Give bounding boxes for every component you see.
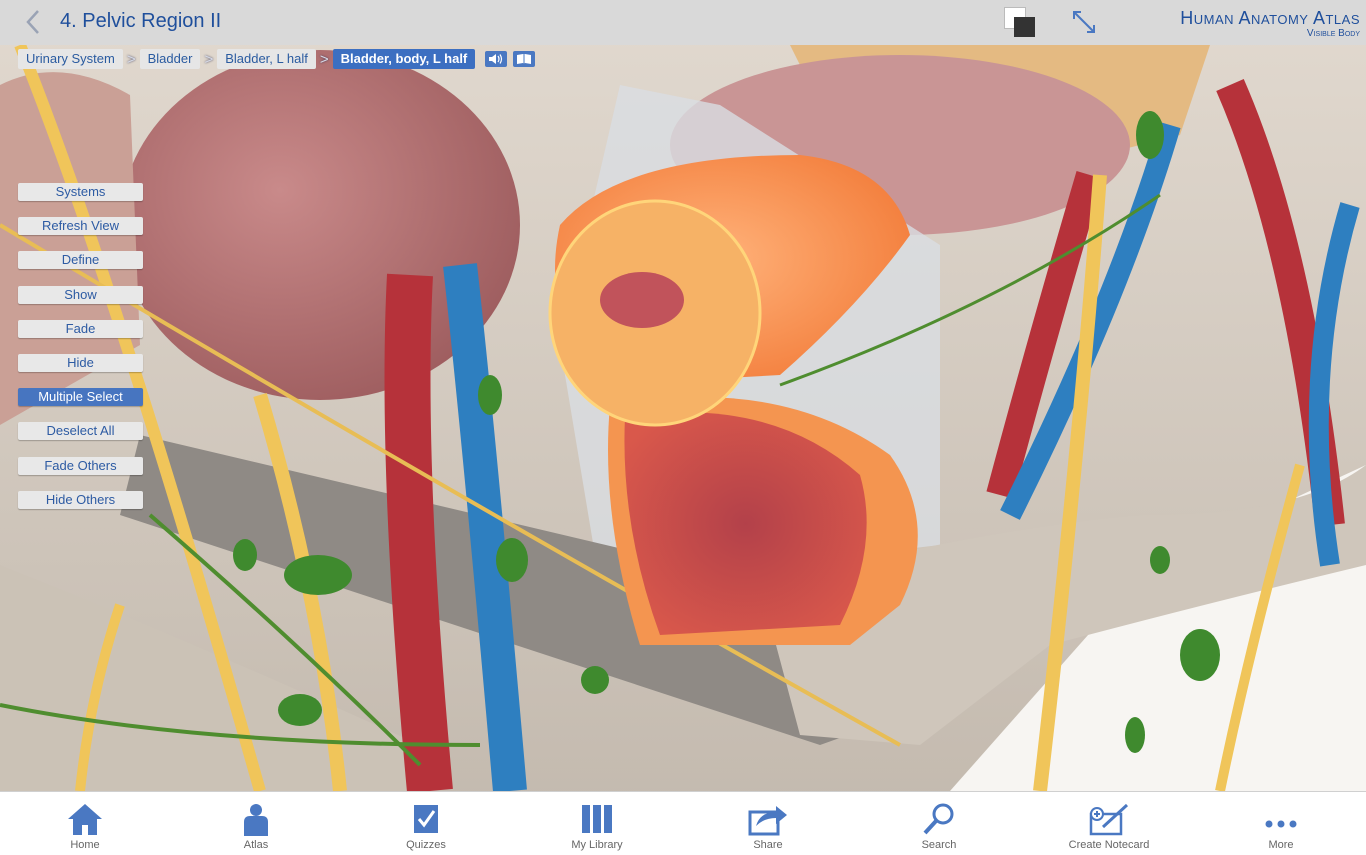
fade-button[interactable]: Fade [18, 319, 143, 338]
brand-title: Human Anatomy Atlas [1180, 8, 1360, 28]
book-icon[interactable] [513, 51, 536, 67]
define-button[interactable]: Define [18, 251, 143, 270]
more-icon [1261, 802, 1301, 836]
tab-share[interactable]: Share [703, 792, 833, 855]
tab-more[interactable]: More [1216, 792, 1346, 855]
expand-icon[interactable] [1069, 8, 1099, 41]
breadcrumb: Urinary System > Bladder > Bladder, L ha… [18, 49, 536, 69]
breadcrumb-separator: > [204, 50, 214, 68]
breadcrumb-bladder-body-l-half[interactable]: Bladder, body, L half [332, 49, 476, 69]
breadcrumb-separator: > [319, 50, 329, 68]
speaker-icon[interactable] [485, 51, 508, 67]
tab-label: Search [921, 839, 957, 851]
tab-create-notecard[interactable]: Create Notecard [1044, 792, 1174, 855]
breadcrumb-bladder-l-half[interactable]: Bladder, L half [217, 49, 316, 69]
share-icon [748, 802, 788, 836]
tab-search[interactable]: Search [874, 792, 1004, 855]
tab-my-library[interactable]: My Library [532, 792, 662, 855]
search-icon [919, 802, 959, 836]
deselect-all-button[interactable]: Deselect All [18, 422, 143, 441]
breadcrumb-urinary-system[interactable]: Urinary System [18, 49, 123, 69]
show-button[interactable]: Show [18, 285, 143, 304]
refresh-view-button[interactable]: Refresh View [18, 217, 143, 236]
tab-label: Create Notecard [1068, 839, 1150, 851]
fade-others-button[interactable]: Fade Others [18, 456, 143, 475]
person-icon [236, 802, 276, 836]
tab-quizzes[interactable]: Quizzes [361, 792, 491, 855]
checkbox-icon [406, 802, 446, 836]
page-title: 4. Pelvic Region II [60, 10, 222, 32]
tab-label: My Library [571, 839, 623, 851]
tab-label: Share [753, 839, 783, 851]
tab-label: More [1268, 839, 1294, 851]
home-icon [65, 802, 105, 836]
notecard-icon [1089, 802, 1129, 836]
tab-label: Atlas [243, 839, 269, 851]
side-menu: Systems Refresh View Define Show Fade Hi… [18, 183, 143, 525]
hide-button[interactable]: Hide [18, 353, 143, 372]
layer-toggle-icon[interactable] [1004, 7, 1038, 39]
brand-subtitle: Visible Body [1306, 28, 1360, 39]
anatomy-3d-viewport[interactable]: Systems Refresh View Define Show Fade Hi… [0, 45, 1366, 791]
tab-atlas[interactable]: Atlas [191, 792, 321, 855]
tab-home[interactable]: Home [20, 792, 150, 855]
tab-label: Quizzes [406, 839, 446, 851]
multiple-select-button[interactable]: Multiple Select [18, 388, 143, 407]
chevron-left-icon[interactable] [22, 8, 48, 36]
breadcrumb-separator: > [126, 50, 136, 68]
bottom-toolbar: Home Atlas Quizzes My Library Share Sear… [0, 791, 1366, 855]
hide-others-button[interactable]: Hide Others [18, 490, 143, 509]
brand-logo: Human Anatomy Atlas Visible Body [1180, 8, 1360, 40]
anatomy-model-illustration [0, 45, 1366, 791]
systems-button[interactable]: Systems [18, 183, 143, 201]
top-bar: 4. Pelvic Region II Human Anatomy Atlas … [0, 0, 1366, 45]
breadcrumb-bladder[interactable]: Bladder [139, 49, 201, 69]
tab-label: Home [70, 839, 100, 851]
library-icon [577, 802, 617, 836]
